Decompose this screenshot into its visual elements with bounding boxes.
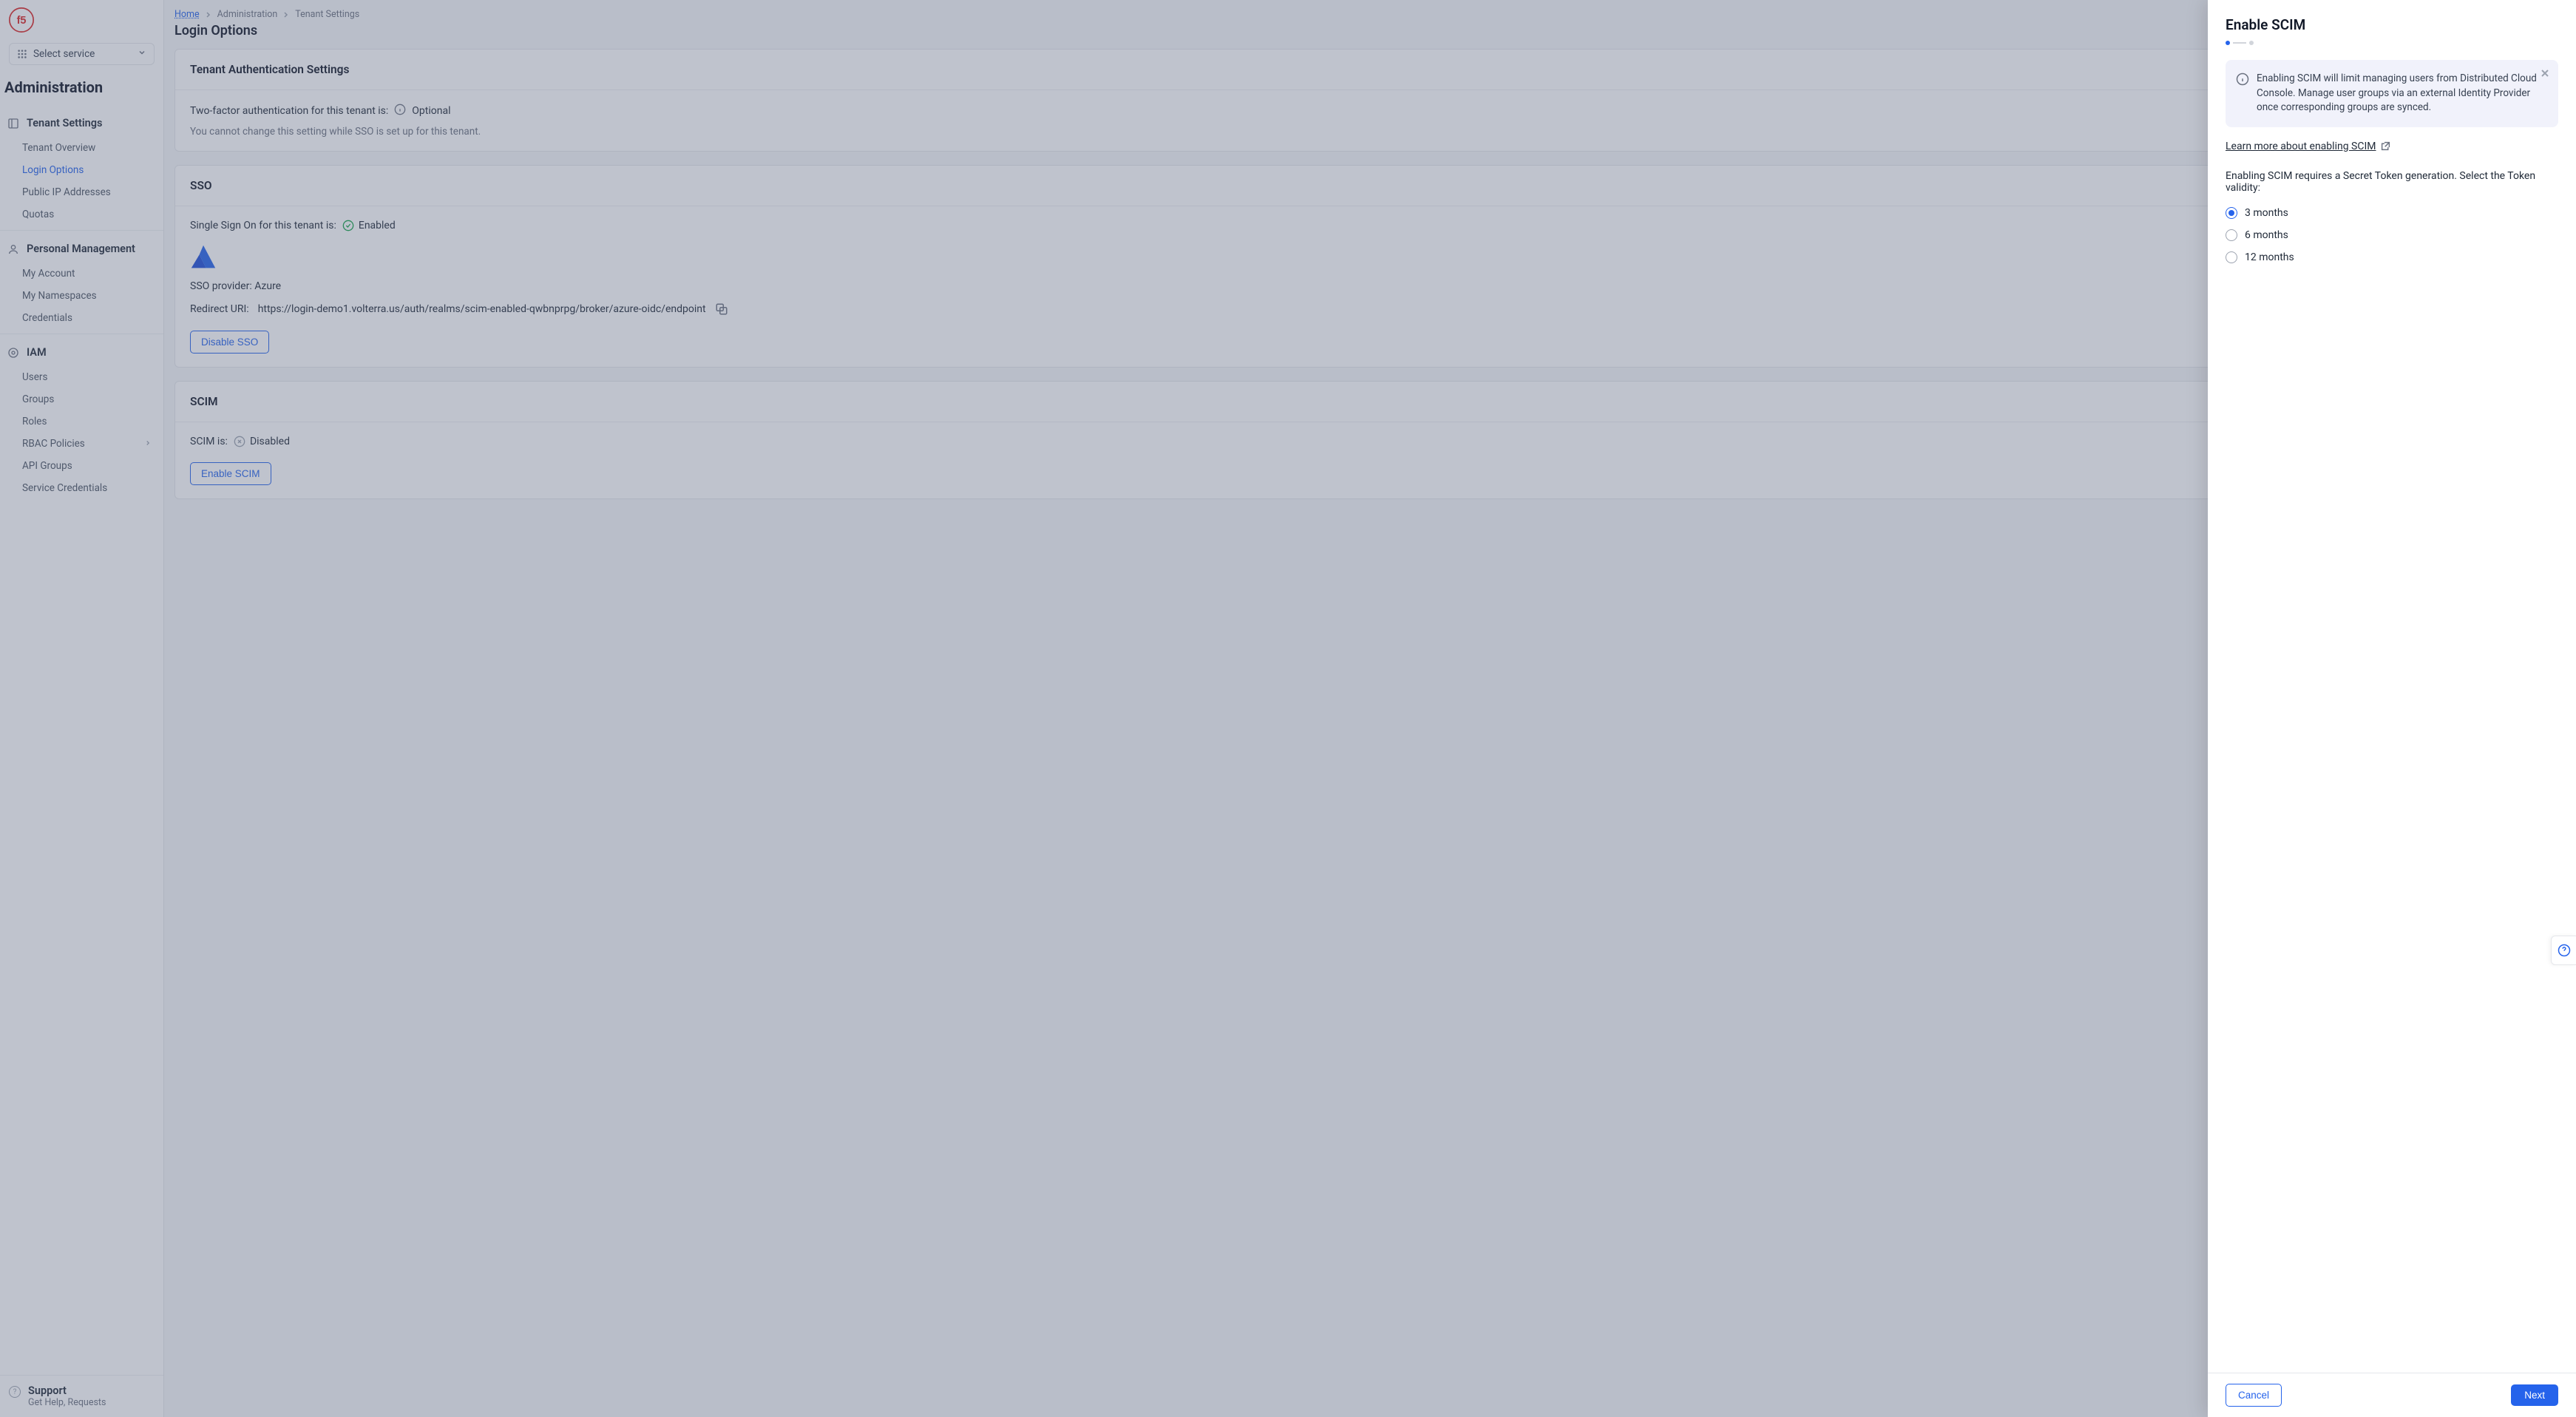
- radio-6-months[interactable]: 6 months: [2226, 229, 2558, 241]
- radio-icon: [2226, 207, 2237, 219]
- step-connector: [2233, 42, 2246, 44]
- modal-overlay[interactable]: [0, 0, 2576, 1417]
- drawer-title: Enable SCIM: [2208, 0, 2576, 41]
- drawer-stepper: [2208, 41, 2576, 51]
- radio-icon: [2226, 229, 2237, 241]
- radio-icon: [2226, 251, 2237, 263]
- enable-scim-drawer: Enable SCIM Enabling SCIM will limit man…: [2208, 0, 2576, 1417]
- external-link-icon: [2381, 141, 2390, 151]
- token-prompt: Enabling SCIM requires a Secret Token ge…: [2226, 170, 2558, 194]
- info-banner: Enabling SCIM will limit managing users …: [2226, 60, 2558, 127]
- radio-3-months[interactable]: 3 months: [2226, 207, 2558, 219]
- info-icon: [2236, 72, 2249, 86]
- info-text: Enabling SCIM will limit managing users …: [2257, 72, 2546, 115]
- step-2-dot: [2249, 41, 2254, 45]
- learn-more-link[interactable]: Learn more about enabling SCIM: [2226, 141, 2390, 152]
- close-icon[interactable]: [2539, 67, 2551, 79]
- cancel-button[interactable]: Cancel: [2226, 1384, 2282, 1407]
- step-1-dot: [2226, 41, 2230, 45]
- radio-12-months[interactable]: 12 months: [2226, 251, 2558, 263]
- next-button[interactable]: Next: [2511, 1384, 2558, 1406]
- floating-help-button[interactable]: [2551, 936, 2576, 965]
